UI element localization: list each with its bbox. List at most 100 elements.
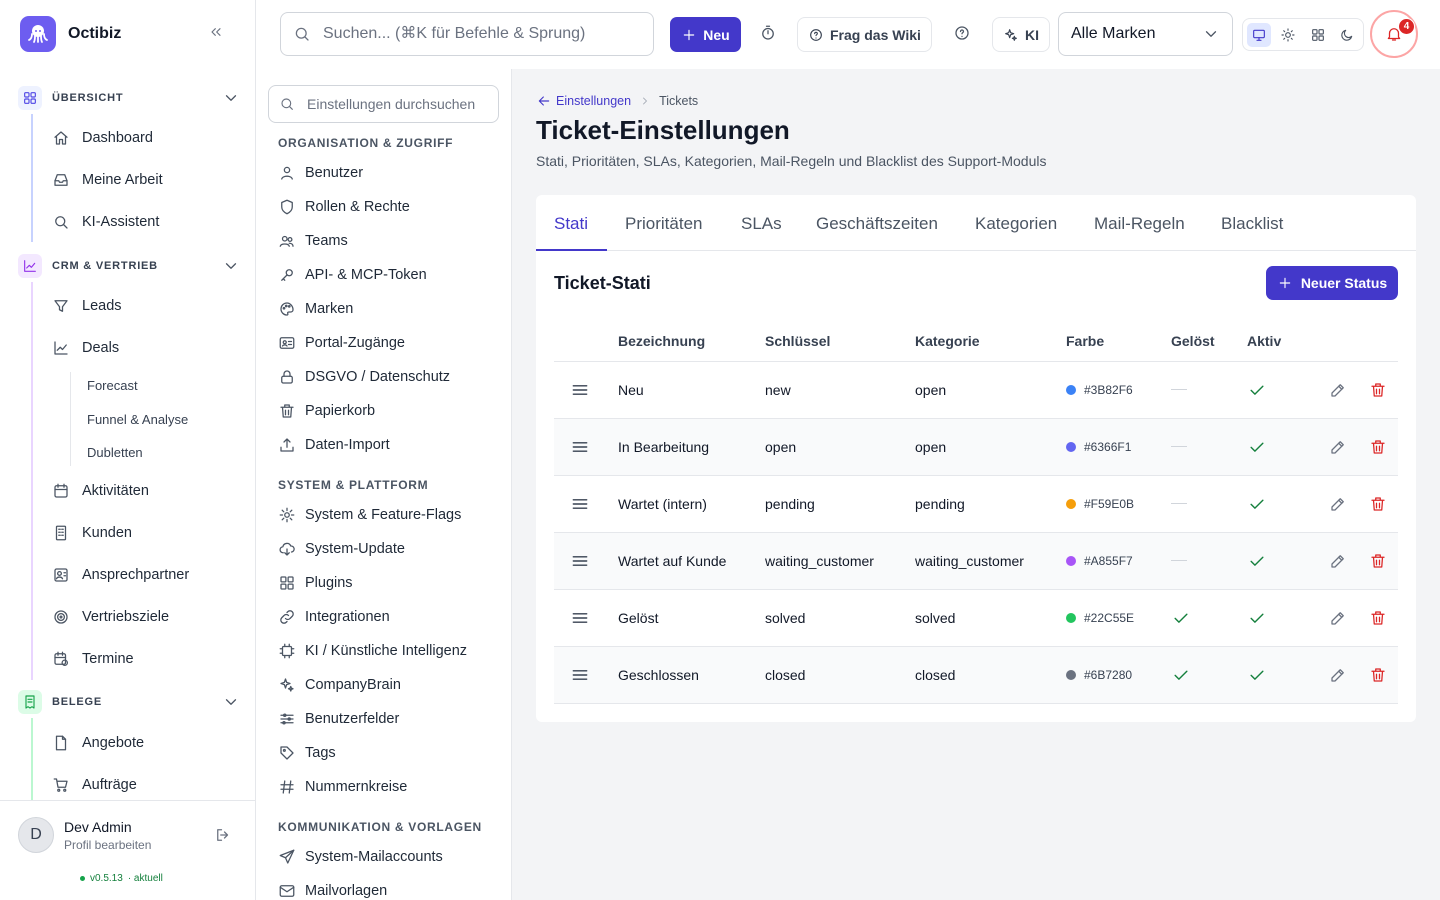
drag-handle-icon[interactable] [554,646,618,704]
layout-grid-icon[interactable] [1306,23,1330,47]
timer-icon[interactable] [759,24,777,42]
sidebar-item-vertriebsziele[interactable]: Vertriebsziele [52,605,169,629]
settings-item-update[interactable]: System-Update [278,539,405,559]
settings-item-mailaccounts[interactable]: System-Mailaccounts [278,847,443,867]
moon-icon[interactable] [1336,23,1360,47]
settings-item-rollen[interactable]: Rollen & Rechte [278,197,410,217]
global-search-input[interactable] [323,25,643,43]
global-search[interactable] [280,12,654,56]
settings-section-title: KOMMUNIKATION & VORLAGEN [278,820,482,834]
settings-item-nummernkreise[interactable]: Nummernkreise [278,777,407,797]
sidebar-subitem-dubletten[interactable]: Dubletten [87,445,143,460]
delete-trash-icon[interactable] [1369,552,1387,570]
settings-item-import[interactable]: Daten-Import [278,435,390,455]
breadcrumb-back-link[interactable]: Einstellungen [536,93,631,109]
sidebar-item-kunden[interactable]: Kunden [52,521,132,545]
settings-item-system[interactable]: System & Feature-Flags [278,505,461,525]
edit-pencil-icon[interactable] [1329,438,1347,456]
brand[interactable]: Octibiz [20,16,121,52]
settings-item-mailvorlagen[interactable]: Mailvorlagen [278,881,387,900]
tab-geschaeftszeiten[interactable]: Geschäftszeiten [816,214,938,234]
monitor-icon[interactable] [1247,22,1271,47]
status-color: #6366F1 [1066,418,1171,476]
sidebar-item-deals[interactable]: Deals [52,336,119,360]
table-row[interactable]: Gelöst solved solved #22C55E [554,589,1398,647]
logout-icon[interactable] [214,826,232,844]
sun-icon[interactable] [1277,23,1301,47]
drag-handle-icon[interactable] [554,361,618,419]
new-status-button[interactable]: Neuer Status [1266,266,1398,300]
table-row[interactable]: Neu new open #3B82F6 [554,361,1398,419]
sidebar-item-aktivitaeten[interactable]: Aktivitäten [52,479,149,503]
settings-item-tags[interactable]: Tags [278,743,336,763]
ai-button[interactable]: KI [992,17,1050,52]
edit-pencil-icon[interactable] [1329,666,1347,684]
settings-item-label: API- & MCP-Token [305,267,427,283]
edit-pencil-icon[interactable] [1329,495,1347,513]
table-row[interactable]: In Bearbeitung open open #6366F1 [554,418,1398,476]
sidebar-item-label: Leads [82,298,122,314]
brand-select[interactable]: Alle Marken [1058,12,1233,56]
delete-trash-icon[interactable] [1369,609,1387,627]
settings-search-input[interactable] [307,96,487,112]
delete-trash-icon[interactable] [1369,495,1387,513]
tab-mail-regeln[interactable]: Mail-Regeln [1094,214,1185,234]
drag-handle-icon[interactable] [554,475,618,533]
table-row[interactable]: Geschlossen closed closed #6B7280 [554,646,1398,704]
edit-pencil-icon[interactable] [1329,609,1347,627]
settings-search[interactable] [268,85,499,123]
new-button[interactable]: Neu [670,17,741,52]
help-icon[interactable] [953,24,971,42]
user-name[interactable]: Dev Admin [64,819,132,835]
tab-blacklist[interactable]: Blacklist [1221,214,1283,234]
tab-kategorien[interactable]: Kategorien [975,214,1057,234]
sidebar-item-termine[interactable]: Termine [52,647,134,671]
tab-prioritaeten[interactable]: Prioritäten [625,214,702,234]
settings-item-marken[interactable]: Marken [278,299,353,319]
sidebar-item-ansprechpartner[interactable]: Ansprechpartner [52,563,189,587]
sidebar-item-dashboard[interactable]: Dashboard [52,126,153,150]
settings-item-dsgvo[interactable]: DSGVO / Datenschutz [278,367,450,387]
edit-pencil-icon[interactable] [1329,552,1347,570]
sidebar-item-auftraege[interactable]: Aufträge [52,773,137,797]
delete-trash-icon[interactable] [1369,438,1387,456]
table-row[interactable]: Wartet auf Kunde waiting_customer waiting_… [554,532,1398,590]
settings-item-plugins[interactable]: Plugins [278,573,353,593]
palette-icon [280,302,294,316]
sidebar-item-angebote[interactable]: Angebote [52,731,144,755]
settings-item-benutzer[interactable]: Benutzer [278,163,363,183]
group-crm-vertrieb[interactable]: CRM & VERTRIEB [18,254,240,278]
tab-stati[interactable]: Stati [554,214,588,234]
delete-trash-icon[interactable] [1369,666,1387,684]
drag-handle-icon[interactable] [554,589,618,647]
drag-handle-icon[interactable] [554,532,618,590]
settings-item-companybrain[interactable]: CompanyBrain [278,675,401,695]
tab-slas[interactable]: SLAs [741,214,782,234]
drag-handle-icon[interactable] [554,418,618,476]
dash-icon [1171,445,1187,448]
settings-item-label: Benutzer [305,165,364,181]
group-belege[interactable]: BELEGE [18,690,240,714]
settings-item-papierkorb[interactable]: Papierkorb [278,401,375,421]
settings-item-benutzerfelder[interactable]: Benutzerfelder [278,709,399,729]
sidebar-subitem-funnel[interactable]: Funnel & Analyse [87,412,188,427]
wiki-button[interactable]: Frag das Wiki [797,17,932,52]
sidebar-subitem-forecast[interactable]: Forecast [87,378,138,393]
collapse-sidebar-icon[interactable] [208,24,224,40]
settings-item-ki[interactable]: KI / Künstliche Intelligenz [278,641,467,661]
profile-link[interactable]: Profil bearbeiten [64,838,151,852]
settings-item-label: Nummernkreise [305,779,408,795]
settings-item-portal[interactable]: Portal-Zugänge [278,333,405,353]
edit-pencil-icon[interactable] [1329,381,1347,399]
settings-item-teams[interactable]: Teams [278,231,348,251]
table-row[interactable]: Wartet (intern) pending pending #F59E0B [554,475,1398,533]
settings-item-api-token[interactable]: API- & MCP-Token [278,265,427,285]
notifications-button[interactable]: 4 [1370,10,1418,58]
sidebar-item-ki-assistent[interactable]: KI-Assistent [52,210,159,234]
group-uebersicht[interactable]: ÜBERSICHT [18,86,240,110]
delete-trash-icon[interactable] [1369,381,1387,399]
settings-item-integrationen[interactable]: Integrationen [278,607,390,627]
sidebar-item-meine-arbeit[interactable]: Meine Arbeit [52,168,163,192]
sidebar-item-leads[interactable]: Leads [52,294,122,318]
avatar[interactable]: D [18,817,54,853]
